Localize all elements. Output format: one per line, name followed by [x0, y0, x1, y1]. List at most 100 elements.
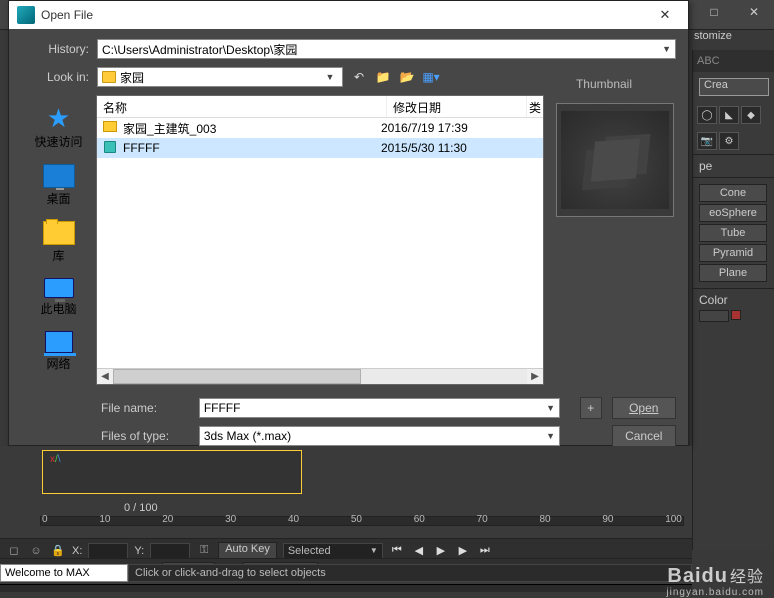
rp-btn-pyramid[interactable]: Pyramid — [699, 244, 767, 262]
col-type[interactable]: 类 — [527, 96, 543, 117]
rp-cone-icon[interactable]: ◣ — [719, 106, 739, 124]
rp-section-type-label: pe — [699, 159, 712, 173]
filename-input[interactable]: FFFFF ▼ — [199, 398, 560, 418]
chevron-down-icon: ▼ — [662, 44, 671, 54]
rp-color-swatch-red[interactable] — [731, 310, 741, 320]
scroll-right-icon[interactable]: ▶ — [527, 369, 543, 384]
rp-btn-geosphere[interactable]: eoSphere — [699, 204, 767, 222]
welcome-message: Welcome to MAX — [0, 564, 128, 582]
place-this-pc[interactable]: 此电脑 — [24, 274, 94, 323]
cancel-button[interactable]: Cancel — [612, 425, 676, 447]
file-row[interactable]: FFFFF 2015/5/30 11:30 — [97, 138, 543, 158]
file-list-rows: 家园_主建筑_003 2016/7/19 17:39 FFFFF 2015/5/… — [97, 118, 543, 368]
goto-start-icon[interactable]: ⏮ — [389, 543, 405, 559]
file-name: FFFFF — [119, 141, 381, 155]
file-date: 2016/7/19 17:39 — [381, 121, 521, 135]
select-tool-icon[interactable]: ◻ — [6, 543, 22, 559]
nav-view-menu-icon[interactable]: ▦▾ — [421, 68, 441, 86]
rp-sphere-icon[interactable]: ◯ — [697, 106, 717, 124]
scroll-left-icon[interactable]: ◀ — [97, 369, 113, 384]
nav-back-icon[interactable]: ↶ — [349, 68, 369, 86]
key-icon[interactable]: ⚿ — [196, 543, 212, 559]
rp-btn-tube[interactable]: Tube — [699, 224, 767, 242]
nav-new-folder-icon[interactable]: 📂 — [397, 68, 417, 86]
tick: 40 — [288, 514, 299, 528]
selected-value: Selected — [288, 545, 331, 557]
place-quick-access[interactable]: ★ 快速访问 — [24, 101, 94, 156]
history-label: History: — [21, 42, 97, 56]
desktop-icon — [43, 164, 75, 188]
dialog-titlebar: Open File ✕ — [9, 1, 688, 29]
file-date: 2015/5/30 11:30 — [381, 141, 521, 155]
goto-end-icon[interactable]: ⏭ — [477, 543, 493, 559]
tick: 0 — [42, 514, 48, 528]
bg-maximize-button[interactable]: □ — [694, 0, 734, 25]
open-file-dialog: Open File ✕ History: C:\Users\Administra… — [8, 0, 689, 446]
play-icon[interactable]: ▶ — [433, 543, 449, 559]
filetype-combo[interactable]: 3ds Max (*.max) ▼ — [199, 426, 560, 446]
axis-gizmo-icon: x/\ — [50, 454, 61, 465]
x-value[interactable] — [88, 543, 128, 559]
rp-camera-icon[interactable]: 📷 — [697, 132, 717, 150]
place-desktop[interactable]: 桌面 — [24, 160, 94, 213]
dialog-close-button[interactable]: ✕ — [650, 7, 680, 23]
pc-icon — [44, 278, 74, 298]
dialog-title-text: Open File — [41, 8, 93, 22]
col-name[interactable]: 名称 — [97, 96, 387, 117]
col-date[interactable]: 修改日期 — [387, 96, 527, 117]
viewport[interactable] — [42, 450, 302, 494]
rp-btn-cone[interactable]: Cone — [699, 184, 767, 202]
watermark-cn: 经验 — [730, 563, 764, 587]
rp-settings-icon[interactable]: ⚙ — [719, 132, 739, 150]
bg-close-button[interactable]: ✕ — [734, 0, 774, 25]
filetype-label: Files of type: — [101, 429, 189, 443]
max-file-icon — [104, 141, 116, 153]
place-network-label: 网络 — [46, 357, 70, 371]
rp-color-label: Color — [699, 293, 728, 307]
prompt-hint: Click or click-and-drag to select object… — [128, 564, 692, 582]
thumbnail-label: Thumbnail — [576, 77, 632, 91]
file-name: 家园_主建筑_003 — [119, 120, 381, 137]
history-combo[interactable]: C:\Users\Administrator\Desktop\家园 ▼ — [97, 39, 676, 59]
tick: 100 — [665, 514, 682, 528]
tick: 10 — [99, 514, 110, 528]
h-scrollbar[interactable]: ◀ ▶ — [97, 368, 543, 384]
rp-btn-plane[interactable]: Plane — [699, 264, 767, 282]
open-button[interactable]: Open — [612, 397, 676, 419]
file-list[interactable]: 名称 修改日期 类 家园_主建筑_003 2016/7/19 17:39 FFF… — [96, 95, 544, 385]
lock-icon[interactable]: 🔒 — [50, 543, 66, 559]
place-desktop-label: 桌面 — [46, 192, 70, 206]
network-icon — [45, 331, 73, 353]
prev-frame-icon[interactable]: ◀ — [411, 543, 427, 559]
file-row[interactable]: 家园_主建筑_003 2016/7/19 17:39 — [97, 118, 543, 138]
lookin-label: Look in: — [21, 70, 97, 84]
bottom-scrollbar[interactable] — [0, 584, 692, 592]
command-panel: ABC Crea ◯ ◣ ◆ 📷 ⚙ pe Cone eoSphere Tube… — [692, 50, 774, 550]
key-target-select[interactable]: Selected▼ — [283, 543, 383, 559]
time-ruler[interactable]: 0 / 100 0 10 20 30 40 50 60 70 80 90 100 — [40, 506, 684, 534]
menu-customize[interactable]: stomize — [694, 30, 774, 48]
folder-icon — [102, 71, 116, 83]
place-library-label: 库 — [52, 249, 64, 263]
y-value[interactable] — [150, 543, 190, 559]
scroll-thumb[interactable] — [113, 369, 361, 384]
frame-counter: 0 / 100 — [124, 502, 158, 514]
place-network[interactable]: 网络 — [24, 327, 94, 378]
timeline-area: x/\ 0 / 100 0 10 20 30 40 50 60 70 80 90… — [0, 446, 692, 592]
rp-section-type: pe — [693, 154, 774, 177]
filename-label: File name: — [101, 401, 189, 415]
lookin-combo[interactable]: 家园 ▼ — [97, 67, 343, 87]
rp-misc-icon[interactable]: ◆ — [741, 106, 761, 124]
autokey-button[interactable]: Auto Key — [218, 542, 277, 560]
y-label: Y: — [134, 545, 144, 557]
tick: 80 — [539, 514, 550, 528]
abc-icon[interactable]: ABC — [697, 55, 720, 67]
folder-icon — [43, 221, 75, 245]
next-frame-icon[interactable]: ▶ — [455, 543, 471, 559]
create-tab-label[interactable]: Crea — [699, 78, 769, 96]
person-icon[interactable]: ☺ — [28, 543, 44, 559]
place-library[interactable]: 库 — [24, 217, 94, 270]
rp-color-swatch-main[interactable] — [699, 310, 729, 322]
nav-up-folder-icon[interactable]: 📁 — [373, 68, 393, 86]
plus-button[interactable]: + — [580, 397, 602, 419]
